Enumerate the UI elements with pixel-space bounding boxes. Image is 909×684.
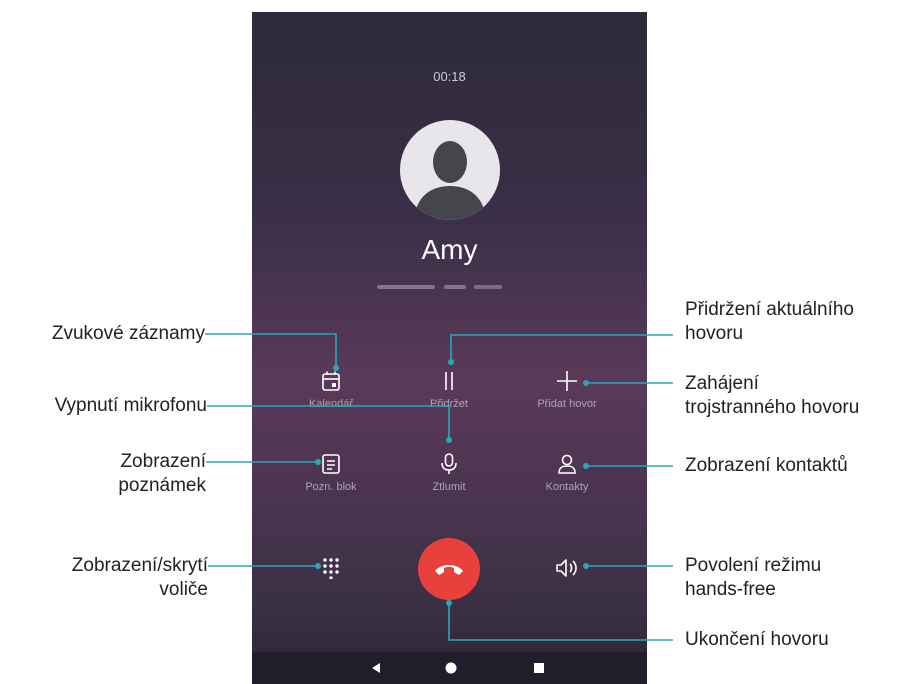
- annotation-contacts: Zobrazení kontaktů: [685, 454, 848, 478]
- annotation-hold-line1: Přidržení aktuálního: [685, 299, 854, 320]
- annotation-end-call-text: Ukončení hovoru: [685, 629, 829, 650]
- annotation-recordings-text: Zvukové záznamy: [51, 323, 205, 344]
- annotation-speaker-line2: hands-free: [685, 579, 776, 600]
- annotation-recordings: Zvukové záznamy: [52, 322, 205, 346]
- annotation-notes-line1: Zobrazení: [120, 451, 206, 472]
- annotation-hold: Přidržení aktuálního hovoru: [685, 298, 854, 346]
- annotation-mute-mic-text: Vypnutí mikrofonu: [54, 395, 207, 416]
- annotation-conference-line2: trojstranného hovoru: [685, 397, 860, 418]
- annotation-dialpad: Zobrazení/skrytí voliče: [72, 554, 208, 602]
- annotation-speaker: Povolení režimu hands-free: [685, 554, 821, 602]
- annotation-mute-mic: Vypnutí mikrofonu: [55, 394, 207, 418]
- annotation-end-call: Ukončení hovoru: [685, 628, 829, 652]
- annotation-conference: Zahájení trojstranného hovoru: [685, 372, 859, 420]
- annotation-notes-line2: poznámek: [118, 475, 206, 496]
- annotation-conference-line1: Zahájení: [685, 373, 759, 394]
- annotation-dialpad-line1: Zobrazení/skrytí: [71, 555, 208, 576]
- annotation-contacts-text: Zobrazení kontaktů: [685, 455, 848, 476]
- annotation-notes: Zobrazení poznámek: [118, 450, 206, 498]
- annotation-dialpad-line2: voliče: [159, 579, 208, 600]
- annotation-hold-line2: hovoru: [685, 323, 744, 344]
- annotation-speaker-line1: Povolení režimu: [685, 555, 822, 576]
